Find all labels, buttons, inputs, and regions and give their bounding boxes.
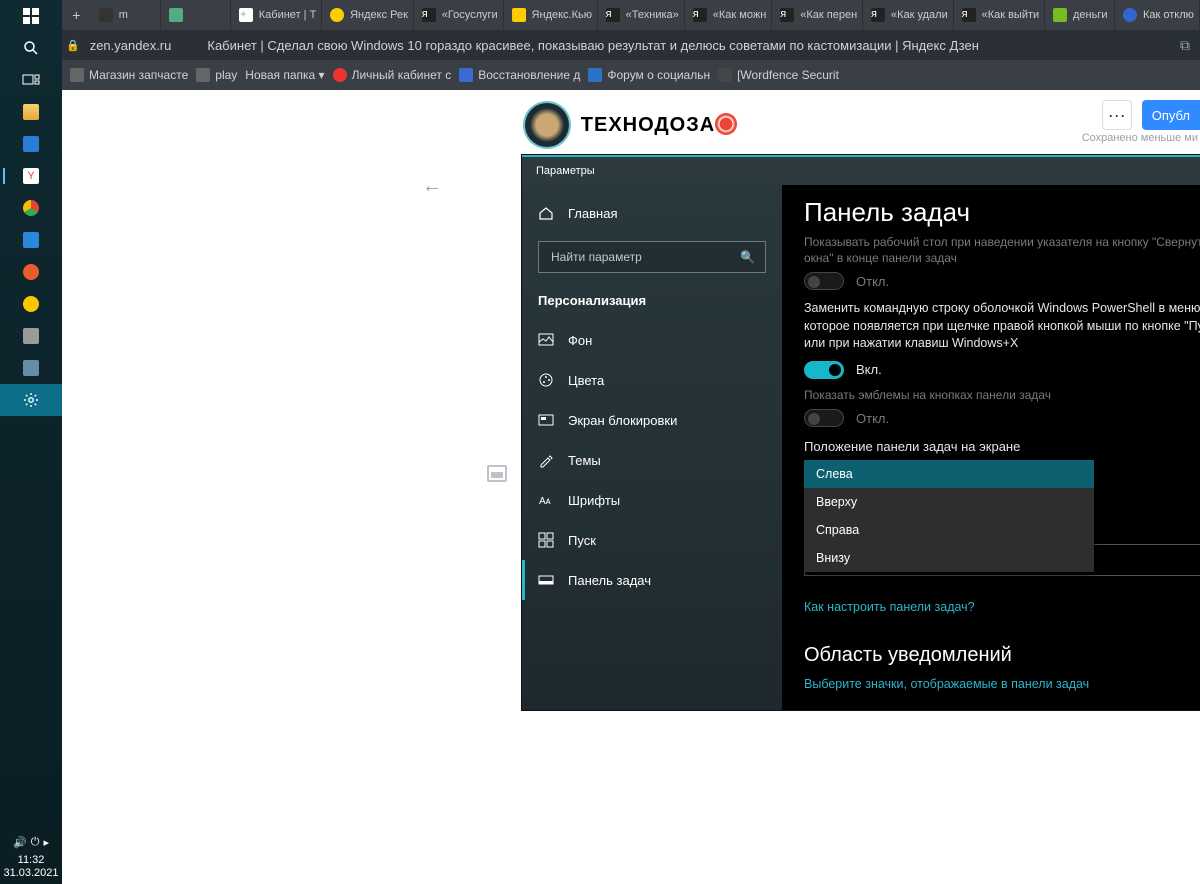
bookmarks-bar: Магазин запчасте play Новая папка ▾ Личн… <box>62 60 1200 90</box>
nav-taskbar[interactable]: Панель задач <box>522 560 782 600</box>
dd-left[interactable]: Слева <box>804 460 1094 488</box>
nav-colors[interactable]: Цвета <box>522 360 782 400</box>
settings-window: Параметры — Главная 🔍 Персонализация <box>522 155 1200 710</box>
nav-home-label: Главная <box>568 206 617 221</box>
content-heading: Панель задач <box>804 197 1200 228</box>
lock-icon: 🔒 <box>66 39 80 52</box>
tab-3[interactable]: Яндекс Рек <box>322 0 414 30</box>
dd-bottom[interactable]: Внизу <box>804 544 1094 572</box>
tab-2[interactable]: ✦Кабинет | Т <box>231 0 322 30</box>
browser-window: + m ✦Кабинет | Т Яндекс Рек я«Госуслуги … <box>62 0 1200 884</box>
powershell-description: Заменить командную строку оболочкой Wind… <box>804 300 1200 353</box>
bookmark-5[interactable]: Форум о социальн <box>588 68 710 82</box>
settings-nav: Главная 🔍 Персонализация Фон <box>522 185 782 710</box>
systray[interactable]: 🔊⏻▸ <box>0 832 62 854</box>
pinned-paint[interactable] <box>0 256 62 288</box>
zen-page: ТЕХНОДОЗА ··· Опубл Сохранено меньше ми … <box>62 90 1200 884</box>
nav-section-label: Персонализация <box>522 281 782 320</box>
pinned-app-blue[interactable] <box>0 128 62 160</box>
nav-themes[interactable]: Темы <box>522 440 782 480</box>
tab-8[interactable]: я«Как перен <box>772 0 863 30</box>
channel-name: ТЕХНОДОЗА <box>581 113 737 137</box>
search-button[interactable] <box>0 32 62 64</box>
notification-area-heading: Область уведомлений <box>804 644 1200 667</box>
pinned-explorer[interactable] <box>0 96 62 128</box>
dd-right[interactable]: Справа <box>804 516 1094 544</box>
page-title: Кабинет | Сделал свою Windows 10 гораздо… <box>207 38 1172 53</box>
tab-9[interactable]: я«Как удали <box>863 0 954 30</box>
nav-fonts[interactable]: Aᴀ Шрифты <box>522 480 782 520</box>
badges-description: Показать эмблемы на кнопках панели задач <box>804 387 1200 403</box>
pinned-calc[interactable] <box>0 224 62 256</box>
search-input[interactable] <box>549 249 740 265</box>
nav-start[interactable]: Пуск <box>522 520 782 560</box>
bookmark-2[interactable]: Новая папка ▾ <box>245 68 324 82</box>
taskview-button[interactable] <box>0 64 62 96</box>
peek-description: Показывать рабочий стол при наведении ук… <box>804 234 1200 266</box>
pinned-yandex[interactable]: Y <box>0 160 62 192</box>
bookmark-1[interactable]: play <box>196 68 237 82</box>
taskbar-clock[interactable]: 11:32 31.03.2021 <box>3 854 58 884</box>
dd-top[interactable]: Вверху <box>804 488 1094 516</box>
powershell-toggle-label: Вкл. <box>856 362 882 377</box>
peek-toggle-label: Откл. <box>856 274 889 289</box>
url-field[interactable]: zen.yandex.ru <box>90 38 172 53</box>
newtab-button[interactable]: + <box>62 0 91 30</box>
position-label: Положение панели задач на экране <box>804 439 1200 454</box>
target-icon <box>715 113 737 135</box>
pinned-settings[interactable] <box>0 384 62 416</box>
start-button[interactable] <box>0 0 62 32</box>
settings-content: Панель задач Показывать рабочий стол при… <box>782 185 1200 710</box>
tab-11[interactable]: деньги <box>1045 0 1115 30</box>
settings-search[interactable]: 🔍 <box>538 241 766 273</box>
tab-6[interactable]: я«Техника» <box>598 0 685 30</box>
channel-avatar[interactable] <box>525 103 569 147</box>
bookmark-0[interactable]: Магазин запчасте <box>70 68 188 82</box>
tab-0[interactable]: m <box>91 0 161 30</box>
back-arrow-icon[interactable]: ← <box>422 175 442 198</box>
settings-window-title: Параметры <box>522 157 1200 185</box>
pinned-chrome[interactable] <box>0 192 62 224</box>
badges-toggle[interactable] <box>804 409 844 427</box>
pinned-app-usb[interactable] <box>0 352 62 384</box>
tab-7[interactable]: я«Как можн <box>685 0 772 30</box>
publish-button[interactable]: Опубл <box>1142 100 1200 130</box>
howto-link[interactable]: Как настроить панели задач? <box>804 600 975 614</box>
tab-5[interactable]: Яндекс.Кью <box>504 0 598 30</box>
bookmark-4[interactable]: Восстановление д <box>459 68 580 82</box>
nav-background[interactable]: Фон <box>522 320 782 360</box>
save-status: Сохранено меньше ми <box>1082 132 1200 144</box>
clock-time: 11:32 <box>3 854 58 867</box>
badges-toggle-label: Откл. <box>856 411 889 426</box>
pinned-app-yellow[interactable] <box>0 288 62 320</box>
pinned-app-gray[interactable] <box>0 320 62 352</box>
tab-12[interactable]: Как отклю <box>1115 0 1200 30</box>
peek-toggle[interactable] <box>804 272 844 290</box>
search-icon: 🔍 <box>740 250 755 264</box>
choose-icons-link[interactable]: Выберите значки, отображаемые в панели з… <box>804 677 1089 691</box>
panel-toggle-icon[interactable]: ⧉ <box>1180 37 1190 54</box>
bookmark-6[interactable]: [Wordfence Securit <box>718 68 839 82</box>
svg-text:Aᴀ: Aᴀ <box>539 496 551 507</box>
tab-1[interactable] <box>161 0 231 30</box>
nav-home[interactable]: Главная <box>522 193 782 233</box>
tab-strip: + m ✦Кабинет | Т Яндекс Рек я«Госуслуги … <box>62 0 1200 30</box>
image-placeholder-icon[interactable] <box>487 465 507 482</box>
bookmark-3[interactable]: Личный кабинет с <box>333 68 452 82</box>
more-button[interactable]: ··· <box>1102 100 1132 130</box>
address-bar: 🔒 zen.yandex.ru Кабинет | Сделал свою Wi… <box>62 30 1200 60</box>
windows-taskbar: Y 🔊⏻▸ 11:32 31.03.2021 <box>0 0 62 884</box>
powershell-toggle[interactable] <box>804 361 844 379</box>
zen-header: ТЕХНОДОЗА ··· Опубл Сохранено меньше ми <box>62 90 1200 160</box>
tab-4[interactable]: я«Госуслуги <box>414 0 504 30</box>
nav-lockscreen[interactable]: Экран блокировки <box>522 400 782 440</box>
tab-10[interactable]: я«Как выйти <box>954 0 1045 30</box>
position-dropdown: Слева Вверху Справа Внизу <box>804 460 1094 572</box>
clock-date: 31.03.2021 <box>3 867 58 880</box>
